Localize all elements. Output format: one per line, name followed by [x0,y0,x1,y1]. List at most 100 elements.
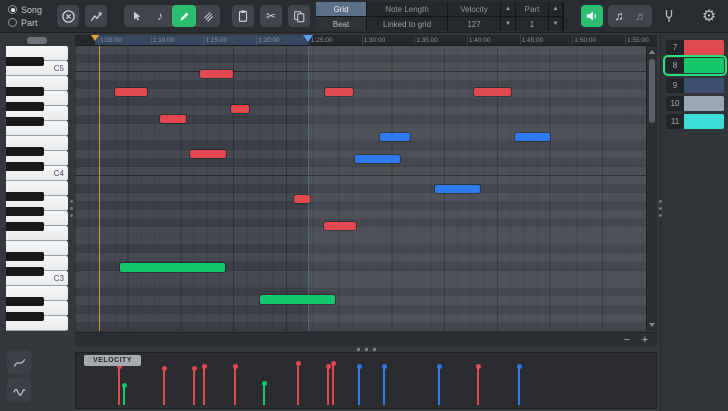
velocity-stem-blue[interactable] [438,366,440,405]
velocity-down-button[interactable]: ▼ [501,17,515,31]
velocity-handle[interactable] [357,364,362,369]
track-item-9[interactable]: 9 [666,78,724,93]
playhead-marker-icon[interactable] [303,35,313,42]
piano-key-black[interactable] [6,102,44,111]
piano-key-black[interactable] [6,207,44,216]
track-panel-resize-handle[interactable] [659,200,662,217]
velocity-stem-red[interactable] [118,366,120,405]
pointer-tool-button[interactable] [124,5,148,27]
tuning-fork-button[interactable] [656,3,682,29]
velocity-stem-red[interactable] [234,366,236,405]
part-value[interactable]: 1 [516,17,548,31]
midi-note-red[interactable] [474,88,511,96]
velocity-up-button[interactable]: ▲ [501,2,515,16]
scroll-up-icon[interactable] [649,50,655,54]
zoom-out-button[interactable]: − [619,333,635,347]
velocity-handle[interactable] [233,364,238,369]
beat-button[interactable]: Beat [316,17,366,31]
velocity-stem-red[interactable] [327,366,329,405]
midi-note-red[interactable] [160,115,186,123]
notes-view-button[interactable]: ♫ [608,5,630,27]
velocity-handle[interactable] [382,364,387,369]
velocity-handle[interactable] [331,361,336,366]
velocity-handle[interactable] [262,381,267,386]
timeline-ruler[interactable]: 1:05:001:10:001:15:001:20:001:25:001:30:… [75,35,657,46]
track-item-11[interactable]: 11 [666,114,724,129]
velocity-stem-red[interactable] [297,363,299,405]
pencil-tool-button[interactable] [172,5,196,27]
midi-note-blue[interactable] [435,185,480,193]
velocity-handle[interactable] [517,364,522,369]
piano-key-black[interactable] [6,192,44,201]
midi-note-green[interactable] [120,263,225,272]
midi-note-blue[interactable] [380,133,410,141]
note-tool-button[interactable]: ♪ [148,5,172,27]
grid-button[interactable]: Grid [316,2,366,16]
velocity-stem-red[interactable] [193,368,195,405]
velocity-stem-red[interactable] [163,368,165,405]
track-item-8[interactable]: 8 [666,58,724,73]
velocity-handle[interactable] [192,366,197,371]
keyboard-panel-resize-handle[interactable] [70,200,73,217]
velocity-handle[interactable] [162,366,167,371]
copy-button[interactable] [288,5,310,27]
midi-note-red[interactable] [231,105,249,113]
cut-button[interactable]: ✂ [260,5,282,27]
vertical-scroll-thumb[interactable] [649,59,655,123]
audio-monitor-button[interactable] [581,5,603,27]
velocity-stem-red[interactable] [477,366,479,405]
velocity-stem-blue[interactable] [518,366,520,405]
piano-key-black[interactable] [6,147,44,156]
vertical-scrollbar[interactable] [646,46,657,331]
piano-key-black[interactable] [6,222,44,231]
velocity-stem-green[interactable] [263,383,265,405]
midi-note-red[interactable] [190,150,226,158]
horizontal-scroll-strip[interactable]: − + [75,332,657,346]
velocity-value[interactable]: 127 [448,17,500,31]
settings-button[interactable]: ⚙ [696,3,722,29]
midi-note-red[interactable] [200,70,233,78]
lane-resize-handle[interactable] [357,348,376,351]
velocity-handle[interactable] [437,364,442,369]
close-button[interactable] [57,5,79,27]
velocity-handle[interactable] [476,364,481,369]
velocity-stem-blue[interactable] [358,366,360,405]
part-up-button[interactable]: ▲ [549,2,562,16]
piano-key-black[interactable] [6,267,44,276]
paste-button[interactable] [232,5,254,27]
piano-key-black[interactable] [6,162,44,171]
velocity-lane-tab[interactable]: VELOCITY [84,355,141,366]
velocity-handle[interactable] [122,383,127,388]
midi-note-red[interactable] [115,88,147,96]
midi-note-red[interactable] [325,88,353,96]
velocity-handle[interactable] [202,364,207,369]
piano-key-black[interactable] [6,252,44,261]
midi-note-green[interactable] [260,295,335,304]
brush-tool-button[interactable] [196,5,220,27]
velocity-lane[interactable]: VELOCITY [75,352,657,409]
zoom-in-button[interactable]: + [637,333,653,347]
piano-key-black[interactable] [6,87,44,96]
velocity-handle[interactable] [326,364,331,369]
track-item-7[interactable]: 7 [666,40,724,55]
midi-note-red[interactable] [324,222,356,230]
automation-view-button[interactable] [85,5,107,27]
velocity-stem-red[interactable] [332,363,334,405]
controller-draw-button[interactable] [7,378,31,402]
piano-key-black[interactable] [6,117,44,126]
piano-key-black[interactable] [6,297,44,306]
mode-song-radio[interactable]: Song [8,3,42,16]
keyboard-drag-handle[interactable] [27,37,47,44]
velocity-stem-green[interactable] [123,385,125,405]
piano-key-black[interactable] [6,312,44,321]
midi-note-blue[interactable] [355,155,400,163]
track-item-10[interactable]: 10 [666,96,724,111]
notes-secondary-button[interactable]: ♬ [630,5,652,27]
midi-note-red[interactable] [294,195,310,203]
piano-key-black[interactable] [6,57,44,66]
piano-roll-grid[interactable] [75,46,657,331]
scroll-down-icon[interactable] [649,323,655,327]
velocity-stem-red[interactable] [203,366,205,405]
insert-marker-icon[interactable] [91,35,99,41]
controller-curve-button[interactable] [7,350,31,374]
